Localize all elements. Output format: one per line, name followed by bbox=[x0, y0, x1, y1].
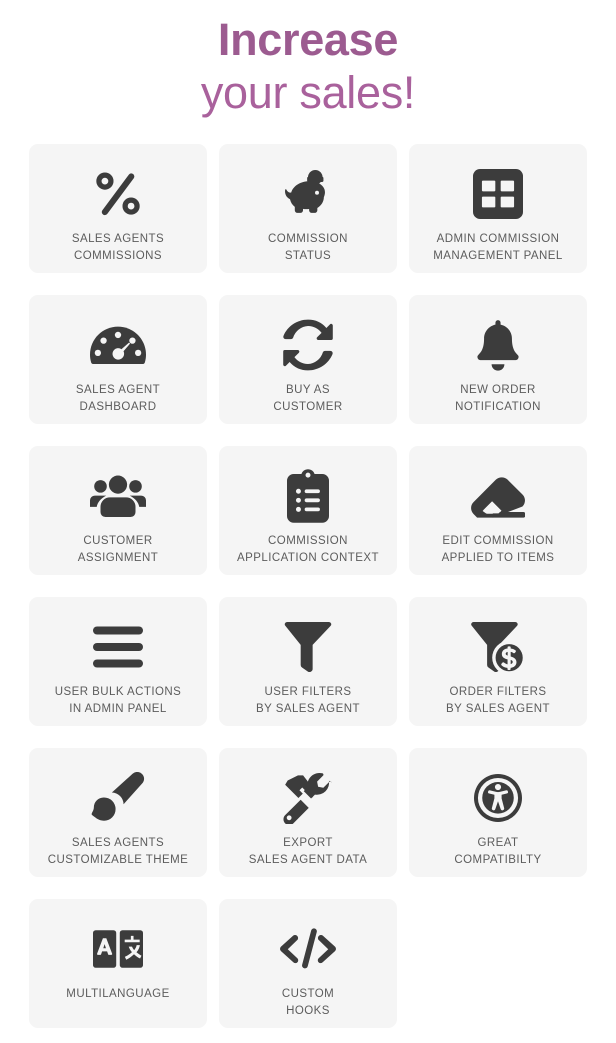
paintbrush-icon bbox=[91, 770, 145, 826]
tools-icon bbox=[282, 770, 334, 826]
feature-card[interactable]: COMMISSION APPLICATION CONTEXT bbox=[219, 446, 397, 575]
feature-card-label: BUY AS CUSTOMER bbox=[273, 384, 343, 413]
funnel-dollar-icon bbox=[471, 619, 525, 675]
feature-card-label: CUSTOMER ASSIGNMENT bbox=[77, 535, 159, 564]
feature-card[interactable]: USER FILTERS BY SALES AGENT bbox=[219, 597, 397, 726]
feature-card-label: ADMIN COMMISSION MANAGEMENT PANEL bbox=[433, 233, 563, 262]
funnel-icon bbox=[284, 619, 332, 675]
feature-card[interactable]: ADMIN COMMISSION MANAGEMENT PANEL bbox=[409, 144, 587, 273]
bars-icon bbox=[93, 619, 143, 675]
page-title: Increase your sales! bbox=[0, 0, 616, 119]
feature-card[interactable]: COMMISSION STATUS bbox=[219, 144, 397, 273]
page-title-line-1: Increase bbox=[217, 14, 399, 65]
feature-card-label: SALES AGENTS CUSTOMIZABLE THEME bbox=[47, 837, 189, 866]
feature-card[interactable]: EXPORT SALES AGENT DATA bbox=[219, 748, 397, 877]
feature-card[interactable]: SALES AGENTS CUSTOMIZABLE THEME bbox=[29, 748, 207, 877]
feature-card-label: EDIT COMMISSION APPLIED TO ITEMS bbox=[441, 535, 555, 564]
feature-card-label: CUSTOM HOOKS bbox=[281, 988, 335, 1017]
feature-card[interactable]: SALES AGENT DASHBOARD bbox=[29, 295, 207, 424]
feature-card-label: USER FILTERS BY SALES AGENT bbox=[256, 686, 360, 715]
feature-card-label: GREAT COMPATIBILTY bbox=[454, 837, 542, 866]
code-brackets-icon bbox=[280, 921, 336, 977]
feature-card-label: COMMISSION STATUS bbox=[268, 233, 348, 262]
feature-card[interactable]: SALES AGENTS COMMISSIONS bbox=[29, 144, 207, 273]
users-group-icon bbox=[90, 468, 146, 524]
feature-card[interactable]: MULTILANGUAGE bbox=[29, 899, 207, 1028]
percent-icon bbox=[91, 166, 145, 222]
sync-arrows-icon bbox=[282, 317, 334, 373]
feature-card[interactable]: GREAT COMPATIBILTY bbox=[409, 748, 587, 877]
clipboard-list-icon bbox=[287, 468, 329, 524]
page-title-line-2: your sales! bbox=[200, 67, 416, 118]
feature-card[interactable]: ORDER FILTERS BY SALES AGENT bbox=[409, 597, 587, 726]
feature-card-label: EXPORT SALES AGENT DATA bbox=[248, 837, 368, 866]
feature-card-grid: SALES AGENTS COMMISSIONS COMMISSION STAT… bbox=[29, 144, 587, 1028]
piggy-bank-icon bbox=[280, 166, 336, 222]
bell-icon bbox=[476, 317, 520, 373]
feature-grid-page: Increase your sales! SALES AGENTS COMMIS… bbox=[0, 0, 616, 1043]
feature-card-label: COMMISSION APPLICATION CONTEXT bbox=[237, 535, 379, 564]
gauge-icon bbox=[90, 317, 146, 373]
feature-card[interactable]: NEW ORDER NOTIFICATION bbox=[409, 295, 587, 424]
feature-card[interactable]: CUSTOMER ASSIGNMENT bbox=[29, 446, 207, 575]
feature-card-label: SALES AGENT DASHBOARD bbox=[75, 384, 161, 413]
feature-card-label: MULTILANGUAGE bbox=[66, 988, 170, 1000]
feature-card-label: ORDER FILTERS BY SALES AGENT bbox=[446, 686, 550, 715]
feature-card-label: USER BULK ACTIONS IN ADMIN PANEL bbox=[54, 686, 182, 715]
feature-card-label: SALES AGENTS COMMISSIONS bbox=[71, 233, 165, 262]
feature-card[interactable]: BUY AS CUSTOMER bbox=[219, 295, 397, 424]
feature-card-label: NEW ORDER NOTIFICATION bbox=[455, 384, 541, 413]
eraser-icon bbox=[471, 468, 525, 524]
feature-card[interactable]: CUSTOM HOOKS bbox=[219, 899, 397, 1028]
translate-icon bbox=[93, 921, 143, 977]
feature-card[interactable]: EDIT COMMISSION APPLIED TO ITEMS bbox=[409, 446, 587, 575]
feature-card[interactable]: USER BULK ACTIONS IN ADMIN PANEL bbox=[29, 597, 207, 726]
accessibility-icon bbox=[474, 770, 522, 826]
table-grid-icon bbox=[473, 166, 523, 222]
